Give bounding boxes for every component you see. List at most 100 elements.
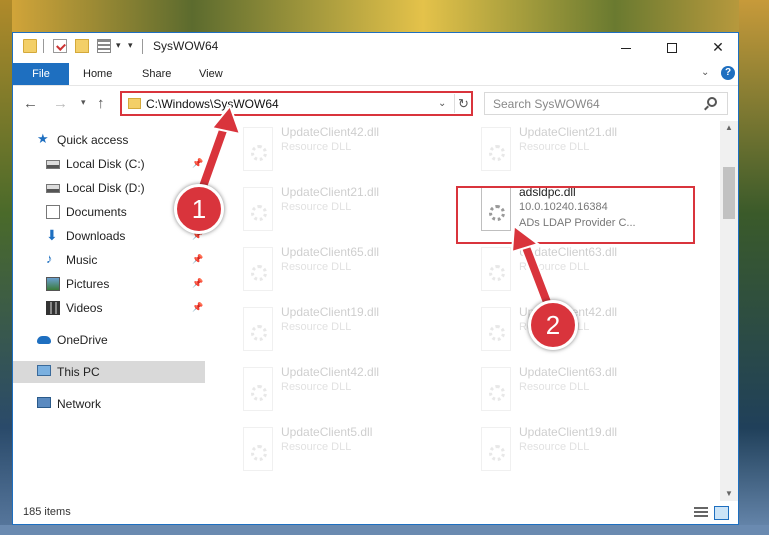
dll-file-icon [477,367,513,411]
close-icon: ✕ [712,39,724,55]
search-input[interactable]: Search SysWOW64 [484,92,728,115]
music-icon: ♪ [46,251,53,266]
file-item[interactable]: UpdateClient65.dll Resource DLL [235,243,455,297]
pin-icon[interactable]: 📌 [192,254,203,265]
details-view-icon[interactable] [694,507,708,519]
scrollbar-thumb[interactable] [723,167,735,219]
nav-item-onedrive[interactable]: OneDrive [13,329,205,351]
nav-item-label: Music [66,253,98,267]
nav-item-label: Local Disk (D:) [66,181,145,195]
file-item[interactable]: UpdateClient19.dll Resource DLL [473,423,693,477]
file-description: Resource DLL [519,441,590,453]
star-icon: ★ [37,131,49,146]
navigation-pane: ★ Quick access Local Disk (C:) 📌 Local D… [13,121,205,501]
file-name: UpdateClient42.dll [281,125,380,139]
pin-icon[interactable]: 📌 [192,302,203,313]
nav-item-label: Documents [66,205,127,219]
vertical-scrollbar[interactable]: ▲ ▼ [720,121,738,501]
network-icon [37,397,51,408]
forward-arrow-icon[interactable]: → [53,95,68,112]
ribbon: File Home Share View ⌄ ? [13,61,738,85]
step-2-badge: 2 [528,300,578,350]
nav-item-music[interactable]: ♪ Music 📌 [13,249,205,271]
dll-file-icon [477,307,513,351]
nav-item-label: Local Disk (C:) [66,157,145,171]
nav-item-local-disk-d[interactable]: Local Disk (D:) [13,177,205,199]
file-item[interactable]: UpdateClient42.dll Resource DLL [235,363,455,417]
file-item[interactable]: UpdateClient42.dll Resource DLL [473,303,693,357]
file-item[interactable]: UpdateClient63.dll Resource DLL [473,363,693,417]
disk-icon [46,160,60,169]
file-name: UpdateClient19.dll [519,425,618,439]
close-button[interactable]: ✕ [695,33,738,61]
file-description: Resource DLL [281,261,352,273]
tab-view[interactable]: View [189,63,233,85]
address-history-icon[interactable]: ⌄ [438,98,446,109]
large-icons-view-icon[interactable] [714,506,729,520]
nav-item-quick-access[interactable]: ★ Quick access [13,129,205,151]
nav-item-videos[interactable]: Videos 📌 [13,297,205,319]
scroll-down-icon[interactable]: ▼ [725,489,733,498]
recent-locations-icon[interactable]: ▾ [81,97,86,108]
file-name: UpdateClient63.dll [519,245,618,259]
file-name: UpdateClient21.dll [281,185,380,199]
file-description: Resource DLL [281,441,352,453]
status-bar: 185 items [13,501,738,524]
pin-icon[interactable]: 📌 [192,158,203,169]
dll-file-icon [239,247,275,291]
tab-file[interactable]: File [13,63,69,85]
disk-icon [46,184,60,193]
nav-item-this-pc[interactable]: This PC [13,361,205,383]
nav-item-label: Downloads [66,229,126,243]
customize-toolbar-icon[interactable]: ▾ [128,40,133,51]
up-arrow-icon[interactable]: ↑ [97,95,105,112]
view-options-icon[interactable] [97,39,111,53]
nav-item-label: This PC [57,365,100,379]
chevron-down-icon[interactable]: ▾ [116,40,121,51]
dll-file-icon [239,127,275,171]
file-description: Resource DLL [519,381,590,393]
nav-item-network[interactable]: Network [13,393,205,415]
file-description: Resource DLL [519,261,590,273]
file-item[interactable]: UpdateClient21.dll Resource DLL [473,123,693,177]
scroll-up-icon[interactable]: ▲ [725,123,733,132]
folder-icon[interactable] [23,39,37,53]
file-description: Resource DLL [281,141,352,153]
tab-home[interactable]: Home [73,63,122,85]
videos-icon [46,301,60,315]
nav-item-pictures[interactable]: Pictures 📌 [13,273,205,295]
file-item[interactable]: UpdateClient63.dll Resource DLL [473,243,693,297]
documents-icon [46,205,60,219]
file-item[interactable]: UpdateClient42.dll Resource DLL [235,123,455,177]
nav-item-downloads[interactable]: ⬇ Downloads 📌 [13,225,205,247]
nav-item-local-disk-c[interactable]: Local Disk (C:) 📌 [13,153,205,175]
refresh-icon[interactable]: ↻ [454,94,472,113]
title-separator [142,39,143,54]
address-bar[interactable]: C:\Windows\SysWOW64 ⌄ ↻ [120,91,473,116]
help-icon[interactable]: ? [721,66,735,80]
file-name: UpdateClient5.dll [281,425,373,439]
file-description: Resource DLL [281,321,352,333]
dll-file-icon [477,127,513,171]
file-list: UpdateClient42.dll Resource DLL UpdateCl… [205,121,720,501]
tab-share[interactable]: Share [132,63,181,85]
nav-item-label: Quick access [57,133,129,147]
window-title: SysWOW64 [153,39,219,53]
file-item[interactable]: UpdateClient5.dll Resource DLL [235,423,455,477]
dll-file-icon [477,247,513,291]
new-folder-icon[interactable] [75,39,89,53]
minimize-icon [621,47,631,49]
minimize-button[interactable] [603,33,649,61]
maximize-button[interactable] [649,33,695,61]
nav-item-label: Videos [66,301,103,315]
file-item[interactable]: UpdateClient19.dll Resource DLL [235,303,455,357]
properties-icon[interactable] [53,39,67,53]
address-path[interactable]: C:\Windows\SysWOW64 [146,97,279,111]
expand-ribbon-icon[interactable]: ⌄ [701,67,709,78]
file-description: Resource DLL [281,381,352,393]
pin-icon[interactable]: 📌 [192,278,203,289]
file-item[interactable]: UpdateClient21.dll Resource DLL [235,183,455,237]
back-arrow-icon[interactable]: ← [23,95,38,112]
nav-item-label: Pictures [66,277,110,291]
search-placeholder: Search SysWOW64 [493,97,600,111]
